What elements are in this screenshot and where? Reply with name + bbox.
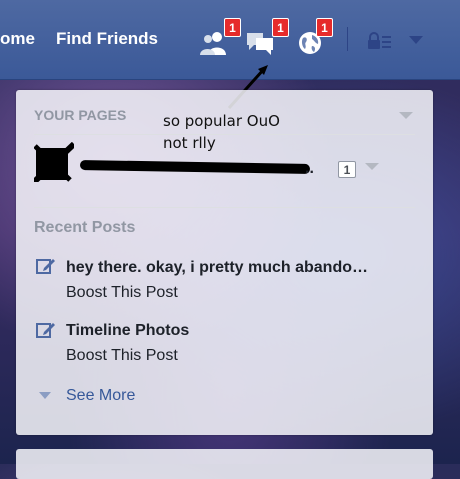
- edit-post-icon: [36, 259, 55, 274]
- edit-post-icon: [36, 323, 55, 338]
- boost-post-link[interactable]: Boost This Post: [66, 347, 178, 365]
- privacy-shortcuts-jewel[interactable]: [367, 32, 393, 50]
- notifications-badge: 1: [316, 18, 333, 37]
- pages-panel: YOUR PAGES .. 1 Recent Posts hey there. …: [16, 90, 433, 435]
- account-menu-jewel[interactable]: [408, 34, 424, 46]
- annotation-text: so popular OuO: [163, 112, 280, 130]
- divider: [34, 207, 415, 208]
- messages-badge: 1: [272, 18, 289, 37]
- find-friends-link[interactable]: Find Friends: [56, 29, 158, 49]
- page-notification-count: 1: [338, 161, 356, 178]
- boost-post-link[interactable]: Boost This Post: [66, 284, 178, 302]
- recent-posts-header: Recent Posts: [34, 219, 136, 236]
- messages-icon: [247, 33, 273, 55]
- lock-menu-icon: [368, 32, 391, 49]
- see-more-link[interactable]: See More: [66, 387, 135, 405]
- friend-requests-badge: 1: [224, 18, 241, 37]
- page-menu-chevron-icon[interactable]: [365, 163, 379, 170]
- next-panel: [16, 449, 433, 479]
- page-avatar[interactable]: [31, 141, 77, 185]
- scribbled-avatar-icon: [31, 141, 77, 185]
- post-title[interactable]: hey there. okay, i pretty much abando…: [66, 259, 368, 277]
- chevron-down-icon: [409, 36, 423, 44]
- post-title[interactable]: Timeline Photos: [66, 322, 189, 340]
- annotation-text: not rlly: [163, 134, 216, 152]
- your-pages-chevron-icon[interactable]: [399, 112, 413, 119]
- divider: [34, 134, 415, 135]
- your-pages-header: YOUR PAGES: [34, 107, 127, 123]
- home-link[interactable]: ome: [0, 29, 35, 49]
- nav-separator: [347, 27, 348, 51]
- see-more-chevron-icon: [39, 392, 51, 399]
- messages-jewel[interactable]: [245, 31, 275, 57]
- page-name[interactable]: ..: [305, 160, 314, 178]
- redaction-scribble: [79, 159, 311, 175]
